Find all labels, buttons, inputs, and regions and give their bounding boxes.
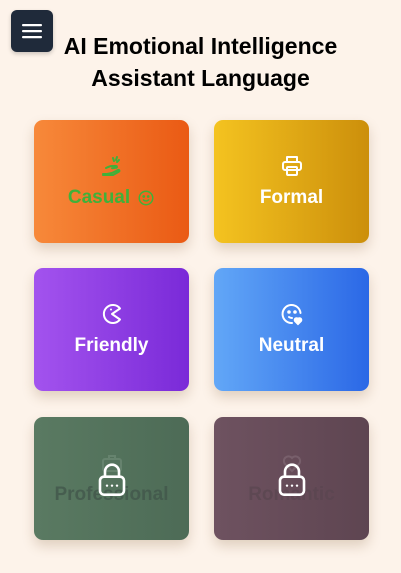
language-card-professional[interactable]: Professional: [34, 417, 189, 540]
smiley-icon: [138, 190, 154, 205]
smiley-heart-icon: [281, 303, 302, 325]
language-card-romantic[interactable]: Romantic: [214, 417, 369, 540]
card-label: Casual: [67, 186, 131, 208]
language-card-neutral[interactable]: Neutral: [214, 268, 369, 391]
printer-icon: [281, 155, 302, 176]
page-title: AI Emotional Intelligence Assistant Lang…: [0, 30, 401, 94]
language-card-formal[interactable]: Formal: [214, 120, 369, 243]
lock-icon: [98, 462, 125, 496]
card-label: Neutral: [258, 334, 325, 356]
pacman-icon: [102, 303, 121, 324]
card-label: Formal: [259, 186, 324, 208]
language-card-friendly[interactable]: Friendly: [34, 268, 189, 391]
page-title-line1: AI Emotional Intelligence: [63, 33, 338, 59]
lock-icon: [278, 462, 305, 496]
language-card-casual[interactable]: Casual: [34, 120, 189, 243]
page-title-line2: Assistant Language: [91, 65, 310, 91]
card-label: Friendly: [74, 334, 149, 356]
hand-wave-icon: [101, 155, 120, 176]
